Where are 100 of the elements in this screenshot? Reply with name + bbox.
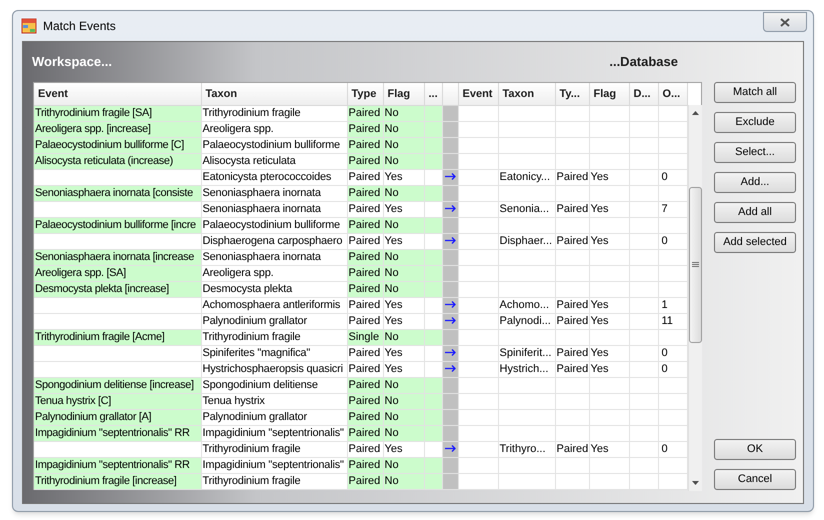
table-cell: Desmocysta plekta — [201, 281, 347, 297]
table-cell: No — [383, 377, 424, 393]
arrow-icon[interactable] — [445, 445, 456, 452]
action-button[interactable]: Select... — [714, 142, 796, 163]
arrow-icon[interactable] — [445, 317, 456, 324]
table-cell: Tenua hystrix [C] — [34, 393, 201, 409]
table-cell: Trithyrodinium fragile — [201, 329, 347, 345]
table-cell: Senoniasphaera inornata — [201, 185, 347, 201]
table-cell: Hystrichosphaeropsis quasicri — [201, 361, 347, 377]
table-cell: Trithyrodinium fragile [increase] — [34, 473, 201, 489]
table-cell: Trithyrodinium fragile [Acme] — [34, 329, 201, 345]
table-cell: Paired — [555, 361, 589, 377]
column-header[interactable]: O... — [662, 88, 680, 100]
table-cell: Yes — [589, 441, 629, 457]
action-button[interactable]: Add all — [714, 202, 796, 223]
table-cell: Spongodinium delitiense — [201, 377, 347, 393]
action-button[interactable]: Cancel — [714, 469, 796, 490]
column-header[interactable]: D... — [634, 88, 651, 100]
table-cell: Tenua hystrix — [201, 393, 347, 409]
table-cell: Paired — [555, 201, 589, 217]
arrow-icon[interactable] — [445, 301, 456, 308]
scrollbar[interactable] — [688, 105, 702, 491]
table-cell: Trithyrodinium fragile — [201, 441, 347, 457]
table-cell: Paired — [347, 265, 383, 281]
table-cell: Palaeocystodinium bulliforme [incre — [34, 217, 201, 233]
table-cell: Impagidinium "septentrionalis" RR — [34, 425, 201, 441]
up-arrow-icon[interactable] — [692, 111, 698, 115]
table-cell: Hystrich... — [498, 361, 555, 377]
column-header[interactable]: Taxon — [206, 88, 238, 100]
table-cell: 0 — [658, 345, 687, 361]
table-cell: Yes — [589, 201, 629, 217]
table-cell: 7 — [658, 201, 687, 217]
table-cell: Paired — [347, 393, 383, 409]
table-cell: Yes — [589, 297, 629, 313]
table-cell: Palynodinium grallator — [201, 313, 347, 329]
table-cell: Eatonicy... — [498, 169, 555, 185]
table-cell: Senoniasphaera inornata — [201, 249, 347, 265]
scrollbar-thumb[interactable] — [688, 187, 702, 343]
grip-icon — [692, 262, 698, 268]
table-cell: Yes — [383, 169, 424, 185]
table-cell: Paired — [347, 249, 383, 265]
arrow-icon[interactable] — [445, 205, 456, 212]
column-header[interactable]: Flag — [594, 88, 616, 100]
table-cell: 1 — [658, 297, 687, 313]
action-button[interactable]: Match all — [714, 82, 796, 103]
table-cell: No — [383, 425, 424, 441]
table-cell: Yes — [589, 233, 629, 249]
column-header[interactable]: Event — [462, 88, 492, 100]
table-cell: Yes — [383, 313, 424, 329]
down-arrow-icon[interactable] — [692, 481, 698, 485]
table-cell: Paired — [347, 297, 383, 313]
window-title: Match Events — [43, 18, 116, 35]
table-cell: Paired — [347, 361, 383, 377]
panel-heading: ...Database — [609, 53, 678, 72]
column-header[interactable]: Taxon — [502, 88, 534, 100]
table-cell: Paired — [347, 457, 383, 473]
table-cell: Paired — [347, 105, 383, 121]
arrow-icon[interactable] — [445, 173, 456, 180]
column-header[interactable]: Type — [352, 88, 376, 100]
table-cell: Palaeocystodinium bulliforme [C] — [34, 137, 201, 153]
table-cell: Paired — [347, 313, 383, 329]
table-cell: Yes — [383, 441, 424, 457]
action-button[interactable]: Add... — [714, 172, 796, 193]
table-cell: Areoligera spp. — [201, 265, 347, 281]
column-header[interactable]: ... — [428, 88, 438, 100]
table-cell: 0 — [658, 441, 687, 457]
table-cell: Alisocysta reticulata — [201, 153, 347, 169]
action-button[interactable]: Exclude — [714, 112, 796, 133]
table-cell: Paired — [347, 377, 383, 393]
table-cell: Paired — [347, 121, 383, 137]
table-cell: No — [383, 249, 424, 265]
table-cell: Achomosphaera antleriformis — [201, 297, 347, 313]
table-cell: No — [383, 473, 424, 489]
table-cell: No — [383, 329, 424, 345]
column-header[interactable]: Ty... — [560, 88, 580, 100]
arrow-icon[interactable] — [445, 237, 456, 244]
table-cell: Areoligera spp. — [201, 121, 347, 137]
arrow-icon[interactable] — [445, 365, 456, 372]
column-header[interactable]: Flag — [388, 88, 410, 100]
table-cell: 11 — [658, 313, 687, 329]
table-cell: No — [383, 265, 424, 281]
table-cell: Paired — [347, 169, 383, 185]
table-cell: Yes — [589, 361, 629, 377]
table-cell: Disphaer... — [498, 233, 555, 249]
table-cell: Desmocysta plekta [increase] — [34, 281, 201, 297]
action-button[interactable]: OK — [714, 439, 796, 460]
table-cell: Alisocysta reticulata (increase) — [34, 153, 201, 169]
action-button[interactable]: Add selected — [714, 232, 796, 253]
arrow-icon[interactable] — [445, 349, 456, 356]
table-cell: Palynodi... — [498, 313, 555, 329]
table-cell: Yes — [383, 233, 424, 249]
close-button[interactable] — [763, 12, 807, 32]
table-cell: Paired — [347, 153, 383, 169]
table-cell: Disphaerogena carposphaero — [201, 233, 347, 249]
table-cell: Senoniasphaera inornata [increase — [34, 249, 201, 265]
table-cell: No — [383, 121, 424, 137]
table-cell: Trithyrodinium fragile — [201, 473, 347, 489]
table-cell: Achomo... — [498, 297, 555, 313]
table-cell: Paired — [347, 137, 383, 153]
column-header[interactable]: Event — [38, 88, 68, 100]
